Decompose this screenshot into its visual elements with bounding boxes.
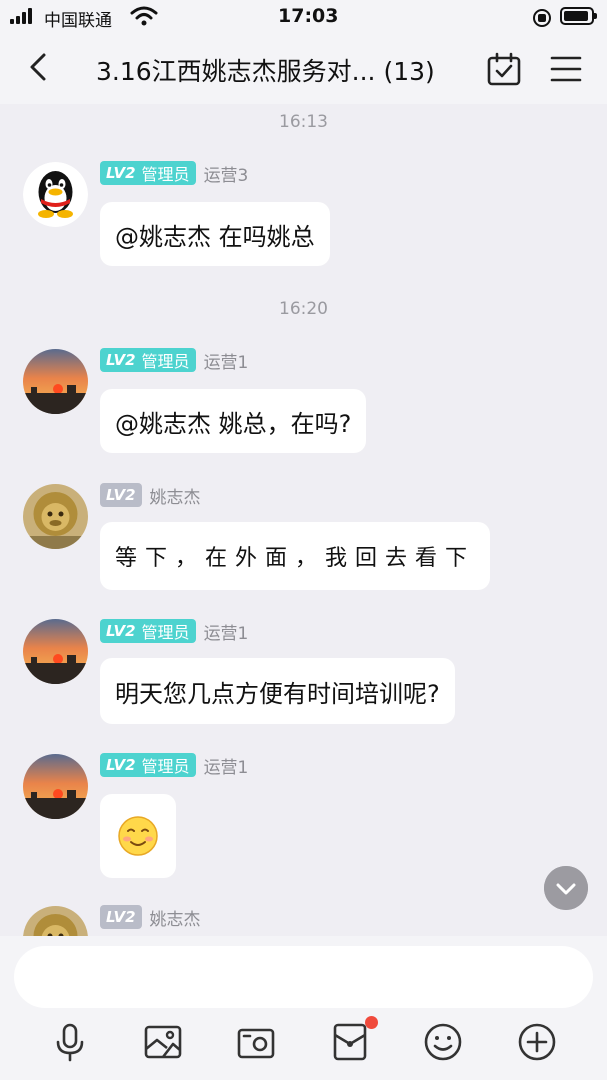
carrier-name: 中国联通 xyxy=(44,11,112,31)
red-packet-icon[interactable] xyxy=(330,1022,370,1062)
image-icon[interactable] xyxy=(143,1022,183,1062)
input-area xyxy=(0,936,607,1080)
sender-name: 姚志杰 xyxy=(149,487,201,508)
scroll-to-bottom-icon[interactable] xyxy=(544,866,588,910)
plus-icon[interactable] xyxy=(517,1022,557,1062)
orientation-lock-icon xyxy=(533,9,551,27)
timestamp: 16:13 xyxy=(279,112,328,132)
sender-name: 运营3 xyxy=(203,165,249,186)
level-badge: LV2 xyxy=(100,483,142,507)
microphone-icon[interactable] xyxy=(50,1022,90,1062)
message-bubble[interactable]: @姚志杰 在吗姚总 xyxy=(100,202,330,266)
sender-name: 运营1 xyxy=(203,757,249,778)
sunset-avatar[interactable] xyxy=(23,754,88,819)
sender-row: LV2 管理员 运营1 xyxy=(100,752,248,778)
golden-monkey-avatar[interactable] xyxy=(23,906,88,936)
sender-row: LV2 姚志杰 xyxy=(100,904,201,930)
message-list[interactable]: 16:13 LV2 管理员 运营3 @姚志杰 在吗姚总 16:20 LV2 管理… xyxy=(0,104,607,936)
qq-penguin-avatar[interactable] xyxy=(23,162,88,227)
message-bubble[interactable]: 等下，在外面，我回去看下 xyxy=(100,522,491,590)
camera-icon[interactable] xyxy=(236,1022,276,1062)
sender-row: LV2 管理员 运营1 xyxy=(100,347,248,373)
level-badge: LV2 xyxy=(100,905,142,929)
admin-badge: LV2 管理员 xyxy=(100,753,196,777)
admin-badge: LV2 管理员 xyxy=(100,619,196,643)
status-bar: 中国联通 17:03 xyxy=(0,0,607,34)
sunset-avatar[interactable] xyxy=(23,619,88,684)
admin-badge: LV2 管理员 xyxy=(100,161,196,185)
notification-dot xyxy=(365,1016,378,1029)
emoji-message-bubble[interactable] xyxy=(100,794,176,878)
sender-name: 运营1 xyxy=(203,623,249,644)
message-bubble[interactable]: 明天您几点方便有时间培训呢? xyxy=(100,658,455,724)
signal-strength-icon xyxy=(10,8,38,24)
menu-icon[interactable] xyxy=(549,54,583,84)
sender-name: 运营1 xyxy=(203,352,249,373)
clock: 17:03 xyxy=(278,5,339,27)
emoji-icon[interactable] xyxy=(423,1022,463,1062)
calendar-check-icon[interactable] xyxy=(486,52,522,86)
sunset-avatar[interactable] xyxy=(23,349,88,414)
back-icon[interactable] xyxy=(26,52,52,82)
sender-row: LV2 姚志杰 xyxy=(100,482,201,508)
smile-emoji-icon xyxy=(118,816,158,856)
wifi-icon xyxy=(130,6,158,26)
battery-icon xyxy=(560,7,597,25)
sender-row: LV2 管理员 运营1 xyxy=(100,618,248,644)
golden-monkey-avatar[interactable] xyxy=(23,484,88,549)
chat-header: 3.16江西姚志杰服务对... (13) xyxy=(0,34,607,104)
timestamp: 16:20 xyxy=(279,299,328,319)
message-bubble[interactable]: @姚志杰 姚总，在吗? xyxy=(100,389,367,453)
chat-title[interactable]: 3.16江西姚志杰服务对... (13) xyxy=(96,52,456,88)
sender-row: LV2 管理员 运营3 xyxy=(100,160,248,186)
message-input[interactable] xyxy=(14,946,593,1008)
admin-badge: LV2 管理员 xyxy=(100,348,196,372)
sender-name: 姚志杰 xyxy=(149,909,201,930)
